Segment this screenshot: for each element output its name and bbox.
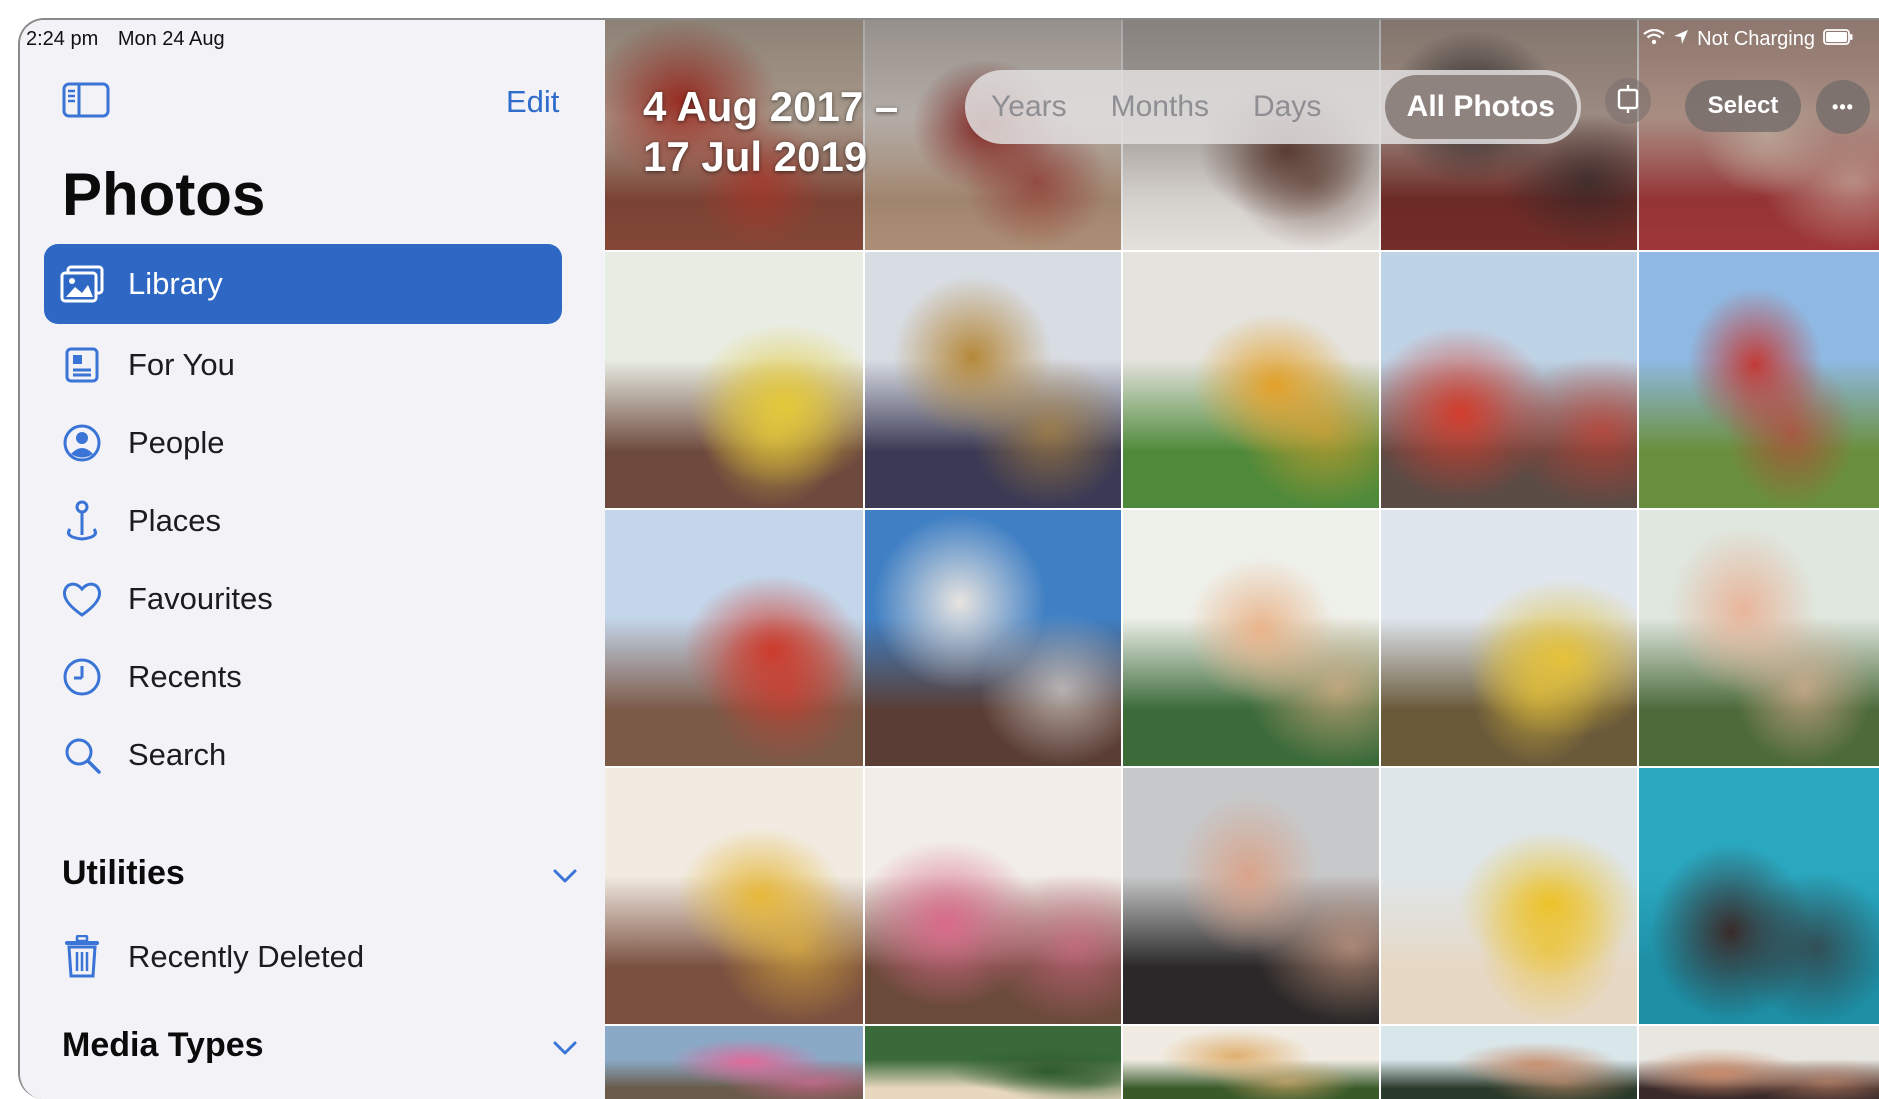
photo-thumbnail[interactable]	[1639, 1026, 1879, 1099]
sidebar-item-label: For You	[128, 347, 235, 382]
photo-thumbnail[interactable]	[865, 768, 1121, 1024]
sidebar-item-recently-deleted[interactable]: Recently Deleted	[44, 918, 562, 996]
date-range-start: 4 Aug 2017 –	[643, 83, 899, 130]
photo-grid: Not Charging 4 Aug 2017 – 17 Jul 2019 Ye…	[605, 20, 1879, 1099]
date-range-title: 4 Aug 2017 – 17 Jul 2019	[643, 82, 898, 182]
photo-thumbnail[interactable]	[1381, 510, 1637, 766]
sidebar-item-label: Library	[128, 266, 223, 301]
segment-days[interactable]: Days	[1231, 75, 1343, 139]
aspect-ratio-icon	[1615, 84, 1641, 119]
trash-icon	[60, 935, 104, 979]
sidebar-toggle-icon[interactable]	[62, 82, 110, 118]
photo-thumbnail[interactable]	[865, 1026, 1121, 1099]
photo-thumbnail[interactable]	[1123, 252, 1379, 508]
photo-thumbnail[interactable]	[605, 252, 863, 508]
photo-thumbnail[interactable]	[865, 510, 1121, 766]
photo-thumbnail[interactable]	[1381, 252, 1637, 508]
sidebar-item-favourites[interactable]: Favourites	[44, 560, 562, 638]
sidebar: 2:24 pm Mon 24 Aug Edit Photos Library F…	[20, 20, 605, 1099]
sidebar-item-recents[interactable]: Recents	[44, 638, 562, 716]
aspect-ratio-button[interactable]	[1605, 78, 1651, 124]
clock-icon	[60, 655, 104, 699]
sidebar-item-library[interactable]: Library	[44, 244, 562, 324]
photo-thumbnail[interactable]	[605, 510, 863, 766]
sidebar-item-label: Favourites	[128, 581, 273, 616]
battery-icon	[1823, 28, 1853, 51]
location-arrow-icon	[1673, 28, 1689, 51]
view-segmented-control: Years Months Days All Photos	[965, 70, 1581, 144]
sidebar-item-label: People	[128, 425, 225, 460]
photo-thumbnail[interactable]	[605, 768, 863, 1024]
status-time: 2:24 pm	[26, 28, 99, 50]
wifi-icon	[1643, 28, 1665, 51]
chevron-down-icon[interactable]	[550, 866, 580, 886]
heart-icon	[60, 577, 104, 621]
photo-thumbnail[interactable]	[1123, 510, 1379, 766]
photo-thumbnail[interactable]	[1639, 510, 1879, 766]
photo-thumbnail[interactable]	[1639, 768, 1879, 1024]
sidebar-item-search[interactable]: Search	[44, 716, 562, 794]
battery-status-text: Not Charging	[1697, 28, 1815, 50]
section-utilities[interactable]: Utilities	[62, 854, 185, 893]
segment-months[interactable]: Months	[1089, 75, 1231, 139]
segment-years[interactable]: Years	[969, 75, 1089, 139]
status-bar-left: 2:24 pm Mon 24 Aug	[26, 28, 239, 51]
photo-thumbnail[interactable]	[1381, 768, 1637, 1024]
places-icon	[60, 499, 104, 543]
people-icon	[60, 421, 104, 465]
for-you-icon	[60, 343, 104, 387]
sidebar-item-people[interactable]: People	[44, 404, 562, 482]
photo-thumbnail[interactable]	[1381, 1026, 1637, 1099]
ellipsis-icon: •••	[1832, 96, 1854, 117]
page-title: Photos	[62, 161, 266, 228]
ipad-screen: 2:24 pm Mon 24 Aug Edit Photos Library F…	[18, 18, 1879, 1099]
sidebar-item-label: Recently Deleted	[128, 939, 365, 974]
more-button[interactable]: •••	[1816, 80, 1870, 134]
status-bar-right: Not Charging	[1643, 28, 1853, 51]
chevron-down-icon[interactable]	[550, 1038, 580, 1058]
sidebar-nav: Library For You People Places Favourites…	[44, 244, 562, 794]
search-icon	[60, 733, 104, 777]
date-range-end: 17 Jul 2019	[643, 133, 868, 180]
library-icon	[60, 262, 104, 306]
photo-thumbnail[interactable]	[1123, 768, 1379, 1024]
sidebar-item-for-you[interactable]: For You	[44, 326, 562, 404]
sidebar-item-label: Search	[128, 737, 227, 772]
recently-deleted-row: Recently Deleted	[44, 918, 562, 996]
status-date: Mon 24 Aug	[117, 28, 225, 50]
select-button[interactable]: Select	[1685, 80, 1801, 132]
section-media-types[interactable]: Media Types	[62, 1026, 264, 1065]
photo-thumbnail[interactable]	[605, 1026, 863, 1099]
sidebar-item-label: Places	[128, 503, 222, 538]
sidebar-item-label: Recents	[128, 659, 242, 694]
photo-thumbnail[interactable]	[865, 252, 1121, 508]
photo-thumbnail[interactable]	[1123, 1026, 1379, 1099]
sidebar-item-places[interactable]: Places	[44, 482, 562, 560]
edit-button[interactable]: Edit	[506, 84, 559, 120]
photo-thumbnail[interactable]	[1639, 252, 1879, 508]
segment-all-photos[interactable]: All Photos	[1384, 75, 1577, 139]
